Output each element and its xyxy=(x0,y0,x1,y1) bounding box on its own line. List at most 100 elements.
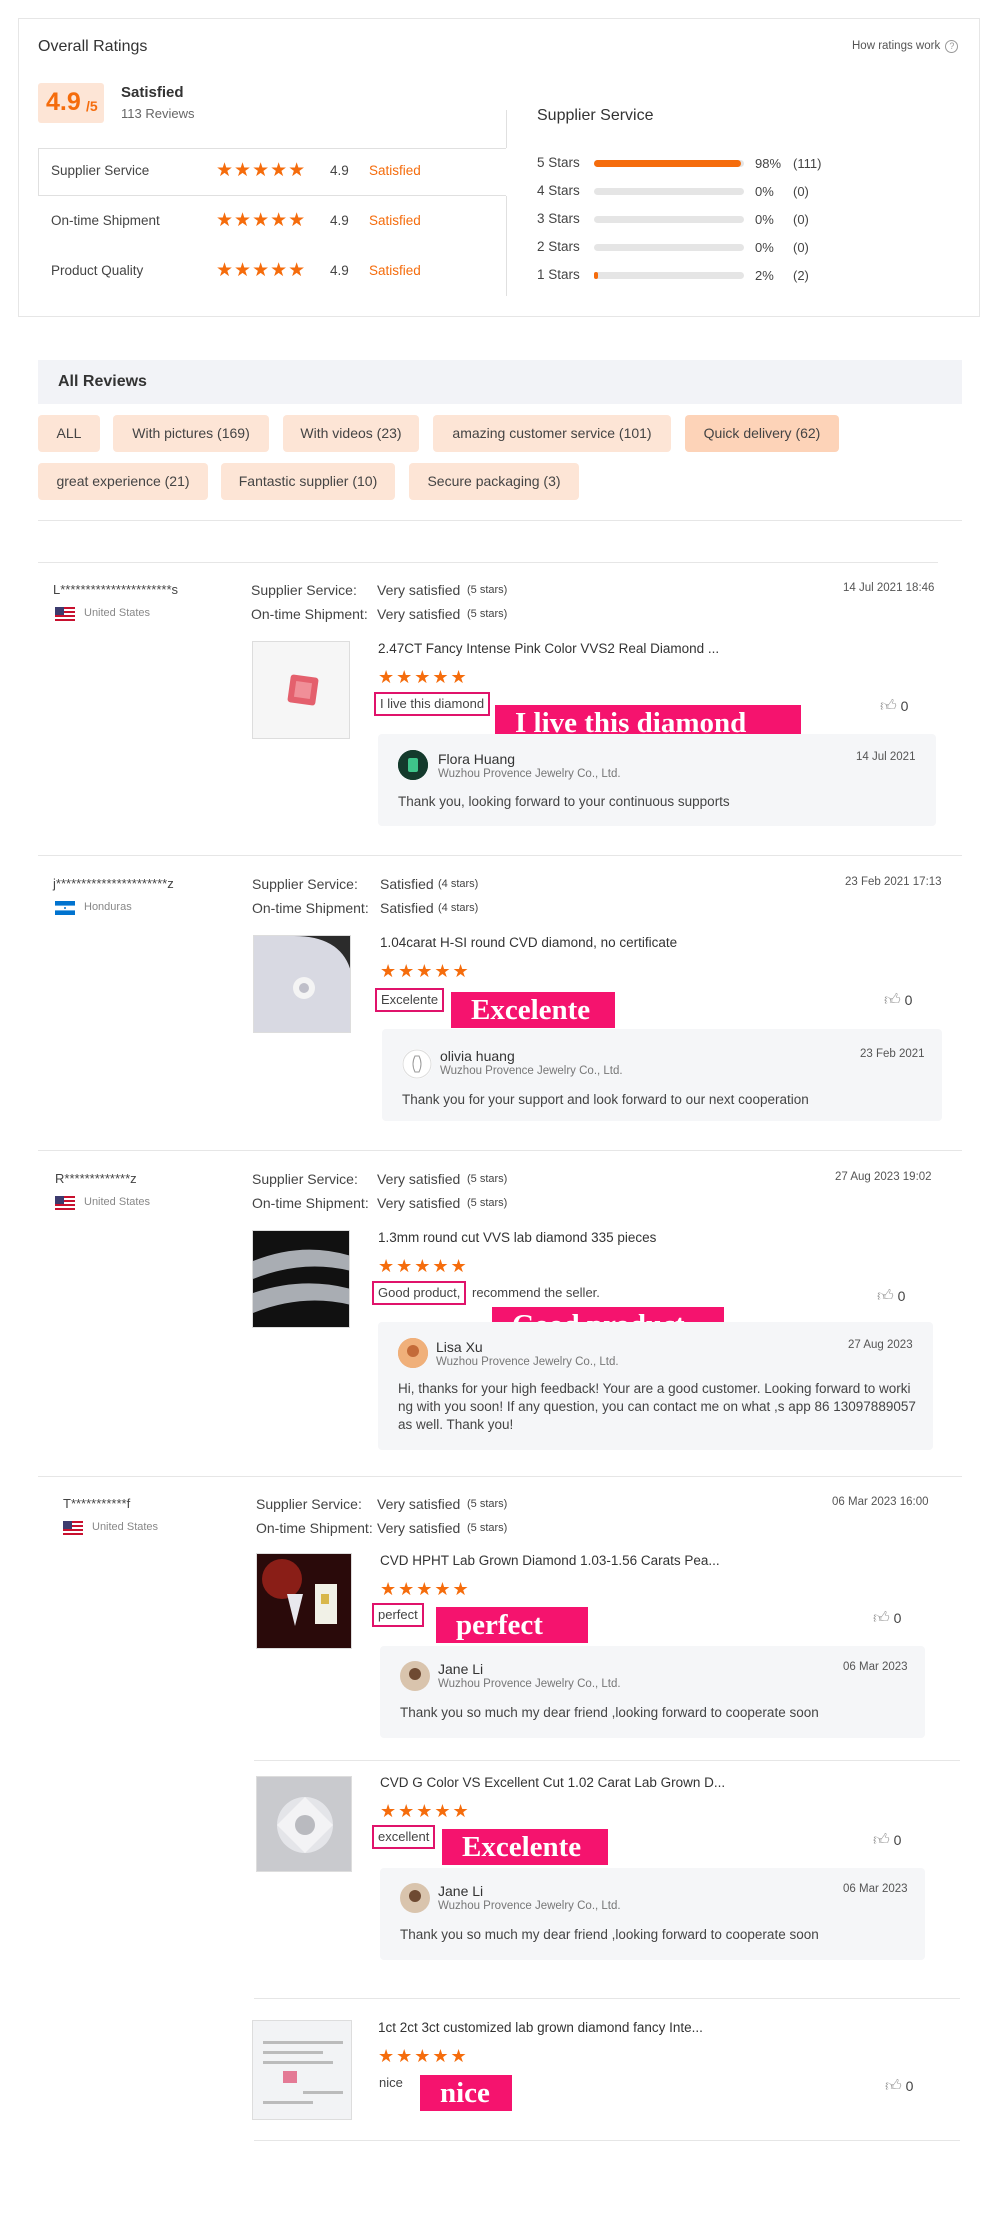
reply-date: 06 Mar 2023 xyxy=(843,1661,908,1673)
seller-company: Wuzhou Provence Jewelry Co., Ltd. xyxy=(438,1900,621,1912)
filter-chip[interactable]: Quick delivery (62) xyxy=(685,415,839,452)
rating-value: 4.9 xyxy=(330,163,349,178)
us-flag-icon xyxy=(63,1521,83,1535)
on-time-rating: Very satisfied xyxy=(377,1195,461,1211)
seller-company: Wuzhou Provence Jewelry Co., Ltd. xyxy=(438,768,621,780)
reviewer-name: L**********************s xyxy=(53,582,179,597)
divider xyxy=(38,855,962,856)
product-title[interactable]: 2.47CT Fancy Intense Pink Color VVS2 Rea… xyxy=(378,641,719,656)
review-stars: ★★★★★ xyxy=(380,1801,471,1821)
reviewer-country: United States xyxy=(92,1521,159,1533)
on-time-label: On-time Shipment: xyxy=(252,1195,369,1211)
reviewer-country: United States xyxy=(84,1196,151,1208)
star-level-percent: 0% xyxy=(755,184,774,199)
divider xyxy=(254,1760,960,1761)
product-title[interactable]: CVD HPHT Lab Grown Diamond 1.03-1.56 Car… xyxy=(380,1553,720,1568)
on-time-label: On-time Shipment: xyxy=(252,900,369,916)
supplier-service-label: Supplier Service: xyxy=(252,1171,358,1187)
product-title[interactable]: 1ct 2ct 3ct customized lab grown diamond… xyxy=(378,2020,703,2035)
like-button[interactable]: 👍︎ 0 xyxy=(873,1609,901,1628)
filter-chip[interactable]: With videos (23) xyxy=(283,415,419,452)
review-stars: ★★★★★ xyxy=(378,667,469,687)
like-button[interactable]: 👍︎ 0 xyxy=(877,1287,905,1306)
product-thumbnail[interactable] xyxy=(252,1230,350,1328)
like-count: 0 xyxy=(904,992,913,1008)
star-level-label: 4 Stars xyxy=(537,183,580,198)
progress-track xyxy=(594,188,744,195)
thumbs-up-icon[interactable]: 👍︎ xyxy=(873,1610,890,1627)
us-flag-icon xyxy=(55,607,75,621)
review-date: 27 Aug 2023 19:02 xyxy=(835,1171,932,1183)
seller-name: Lisa Xu xyxy=(436,1339,483,1355)
filter-chip[interactable]: Fantastic supplier (10) xyxy=(221,463,395,500)
all-reviews-header: All Reviews xyxy=(38,360,962,404)
filter-chip[interactable]: amazing customer service (101) xyxy=(433,415,671,452)
divider xyxy=(506,196,507,296)
product-thumbnail[interactable] xyxy=(252,2020,352,2120)
like-button[interactable]: 👍︎ 0 xyxy=(884,991,912,1010)
score-denominator: /5 xyxy=(86,98,98,114)
like-button[interactable]: 👍︎ 0 xyxy=(880,697,908,716)
help-icon[interactable]: ? xyxy=(945,40,959,53)
seller-name: Jane Li xyxy=(438,1661,484,1677)
like-count: 0 xyxy=(897,1288,906,1304)
product-thumbnail[interactable] xyxy=(256,1553,352,1649)
rating-stars: ★★★★★ xyxy=(216,210,307,231)
how-ratings-work-label[interactable]: How ratings work xyxy=(852,40,940,52)
seller-reply: Jane Li Wuzhou Provence Jewelry Co., Ltd… xyxy=(380,1646,925,1738)
filter-chip[interactable]: Secure packaging (3) xyxy=(409,463,579,500)
thumbs-up-icon[interactable]: 👍︎ xyxy=(885,2078,902,2095)
product-title[interactable]: 1.3mm round cut VVS lab diamond 335 piec… xyxy=(378,1230,656,1245)
thumbs-up-icon[interactable]: 👍︎ xyxy=(880,698,897,715)
reply-text: Hi, thanks for your high feedback! Your … xyxy=(398,1381,916,1432)
review-stars: ★★★★★ xyxy=(378,2046,469,2066)
star-level-count: (0) xyxy=(793,240,809,255)
reply-date: 23 Feb 2021 xyxy=(860,1048,925,1060)
seller-avatar xyxy=(400,1661,430,1691)
thumbs-up-icon[interactable]: 👍︎ xyxy=(873,1832,890,1849)
divider xyxy=(38,1476,962,1477)
honduras-flag-icon xyxy=(55,901,75,915)
like-button[interactable]: 👍︎ 0 xyxy=(873,1831,901,1850)
how-ratings-work-link[interactable]: How ratings work ? xyxy=(852,40,959,53)
supplier-service-rating: Very satisfied xyxy=(377,1496,461,1512)
reply-text: Thank you for your support and look forw… xyxy=(402,1092,809,1107)
review-count: 113 Reviews xyxy=(121,106,195,121)
seller-name: olivia huang xyxy=(440,1048,515,1064)
product-thumbnail[interactable] xyxy=(253,935,351,1033)
on-time-stars: (5 stars) xyxy=(467,1197,508,1209)
review-comment: Excelente xyxy=(375,988,445,1012)
product-title[interactable]: 1.04carat H-SI round CVD diamond, no cer… xyxy=(380,935,677,950)
review-date: 06 Mar 2023 16:00 xyxy=(832,1496,929,1508)
like-count: 0 xyxy=(893,1832,902,1848)
review-comment: nice xyxy=(379,2075,403,2090)
rating-value: 4.9 xyxy=(330,263,349,278)
score-label: Satisfied xyxy=(121,84,184,101)
seller-company: Wuzhou Provence Jewelry Co., Ltd. xyxy=(436,1356,619,1368)
progress-track xyxy=(594,244,744,251)
product-thumbnail[interactable] xyxy=(252,641,350,739)
thumbs-up-icon[interactable]: 👍︎ xyxy=(877,1288,894,1305)
rating-label: Product Quality xyxy=(51,263,144,278)
rating-status: Satisfied xyxy=(369,213,421,228)
star-level-count: (0) xyxy=(793,212,809,227)
star-level-percent: 2% xyxy=(755,268,774,283)
review-comment-rest: recommend the seller. xyxy=(472,1285,600,1300)
product-thumbnail[interactable] xyxy=(256,1776,352,1872)
filter-chip[interactable]: ALL xyxy=(38,415,100,452)
rating-status: Satisfied xyxy=(369,163,421,178)
divider xyxy=(38,562,938,563)
divider xyxy=(506,110,507,148)
on-time-rating: Very satisfied xyxy=(377,606,461,622)
thumbs-up-icon[interactable]: 👍︎ xyxy=(884,992,901,1009)
like-button[interactable]: 👍︎ 0 xyxy=(885,2077,913,2096)
all-reviews-title: All Reviews xyxy=(58,373,147,390)
on-time-label: On-time Shipment: xyxy=(256,1520,373,1536)
reply-text: Thank you so much my dear friend ,lookin… xyxy=(400,1705,819,1720)
review-stars: ★★★★★ xyxy=(380,961,471,981)
star-level-count: (0) xyxy=(793,184,809,199)
filter-chip[interactable]: great experience (21) xyxy=(38,463,208,500)
review-date: 23 Feb 2021 17:13 xyxy=(845,876,942,888)
filter-chip[interactable]: With pictures (169) xyxy=(113,415,269,452)
product-title[interactable]: CVD G Color VS Excellent Cut 1.02 Carat … xyxy=(380,1775,725,1790)
